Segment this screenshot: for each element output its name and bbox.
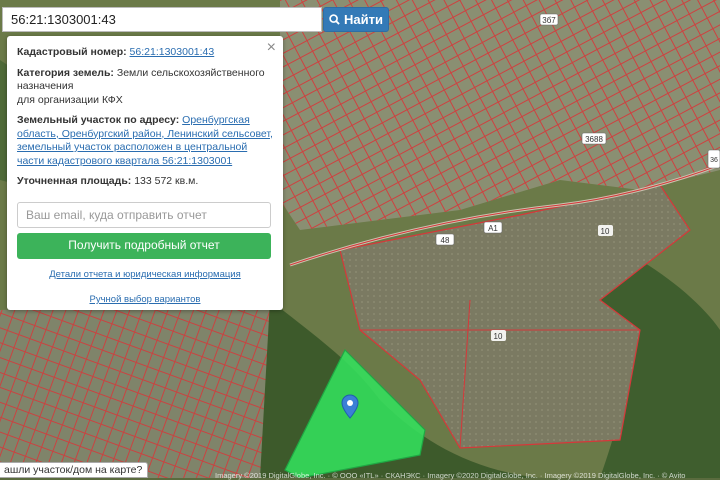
plot-label-10b: 10 bbox=[491, 330, 506, 341]
area-row: Уточненная площадь: 133 572 кв.м. bbox=[17, 175, 273, 189]
plot-label-10a: 10 bbox=[598, 225, 613, 236]
land-category-row: Категория земель: Земли сельскохозяйстве… bbox=[17, 67, 273, 108]
cadastral-search-field[interactable] bbox=[2, 7, 322, 32]
cadastral-number-row: Кадастровый номер: 56:21:1303001:43 bbox=[17, 46, 273, 60]
svg-text:А1: А1 bbox=[488, 224, 498, 233]
search-button[interactable]: Найти bbox=[323, 7, 389, 32]
svg-text:10: 10 bbox=[601, 227, 610, 236]
svg-text:36: 36 bbox=[710, 157, 718, 164]
svg-text:3б7: 3б7 bbox=[542, 16, 556, 25]
plot-label-367: 3б7 bbox=[539, 13, 559, 26]
close-icon[interactable]: × bbox=[267, 40, 276, 56]
svg-text:10: 10 bbox=[494, 332, 503, 341]
search-icon bbox=[329, 14, 340, 25]
email-field[interactable] bbox=[17, 201, 271, 228]
address-row: Земельный участок по адресу: Оренбургска… bbox=[17, 114, 273, 168]
cadastral-number-link[interactable]: 56:21:1303001:43 bbox=[130, 46, 215, 58]
location-pin-icon[interactable] bbox=[341, 394, 359, 420]
search-input[interactable] bbox=[3, 8, 321, 31]
search-button-label: Найти bbox=[344, 12, 383, 27]
found-plot-question-label: ашли участок/дом на карте? bbox=[4, 464, 143, 476]
plot-label-36: 36 bbox=[707, 149, 720, 169]
svg-text:3688: 3688 bbox=[585, 135, 603, 144]
get-report-button[interactable]: Получить подробный отчет bbox=[17, 232, 271, 259]
report-details-link[interactable]: Детали отчета и юридическая информация bbox=[49, 269, 241, 280]
road-badge-48: 48 bbox=[435, 233, 455, 246]
map-attribution: Imagery ©2019 DigitalGlobe, Inc. · © OOO… bbox=[215, 471, 686, 480]
land-category-label: Категория земель: bbox=[17, 66, 114, 79]
land-category-usage: для организации КФХ bbox=[17, 93, 123, 106]
address-label: Земельный участок по адресу: bbox=[17, 114, 180, 126]
cadastral-label: Кадастровый номер: bbox=[17, 46, 127, 58]
plot-label-3688: 3688 bbox=[581, 132, 607, 145]
manual-selection-link[interactable]: Ручной выбор вариантов bbox=[90, 294, 201, 305]
area-label: Уточненная площадь: bbox=[17, 175, 132, 187]
parcel-info-panel: × Кадастровый номер: 56:21:1303001:43 Ка… bbox=[7, 36, 283, 310]
road-badge-a1: А1 bbox=[483, 221, 503, 234]
get-report-label: Получить подробный отчет bbox=[68, 237, 220, 252]
found-plot-question-button[interactable]: ашли участок/дом на карте? bbox=[0, 462, 149, 478]
area-value: 133 572 кв.м. bbox=[134, 175, 199, 187]
svg-text:48: 48 bbox=[441, 236, 450, 245]
